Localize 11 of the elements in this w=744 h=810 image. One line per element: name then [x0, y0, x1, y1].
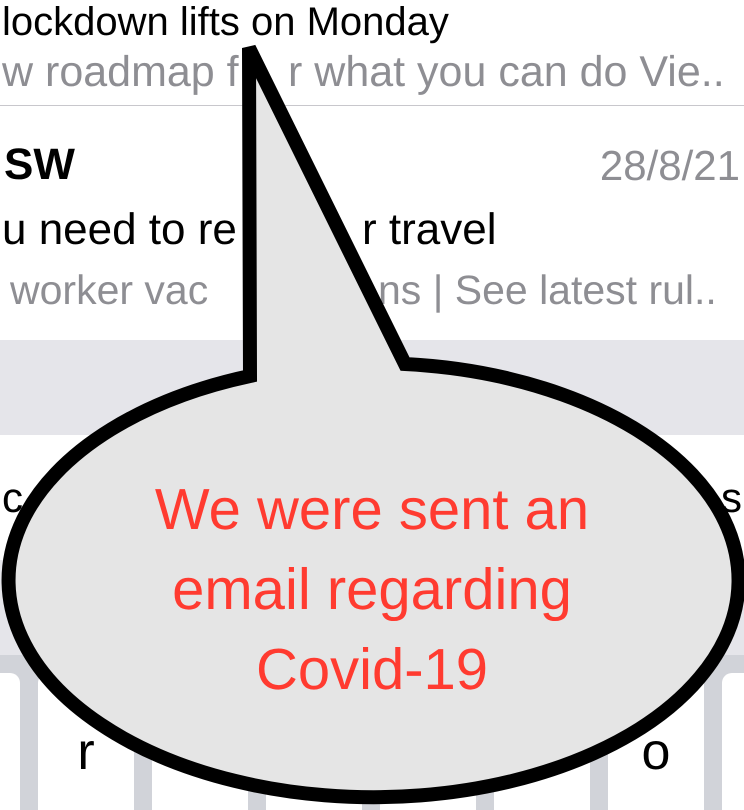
email-sender: SW: [4, 139, 75, 191]
email-subject: r travel: [362, 206, 496, 254]
email-preview: r what you can do Vie..: [288, 48, 725, 96]
callout-text: We were sent an email regarding Covid-19: [154, 476, 590, 704]
email-preview: ns | See latest rul..: [378, 266, 717, 314]
email-subject: u need to re: [2, 205, 237, 254]
email-preview: w roadmap f: [2, 48, 239, 96]
bar-text: c: [2, 473, 23, 523]
email-subject: lockdown lifts on Monday: [2, 0, 449, 44]
email-date: 28/8/21: [600, 140, 740, 190]
email-preview: worker vac: [10, 267, 208, 313]
